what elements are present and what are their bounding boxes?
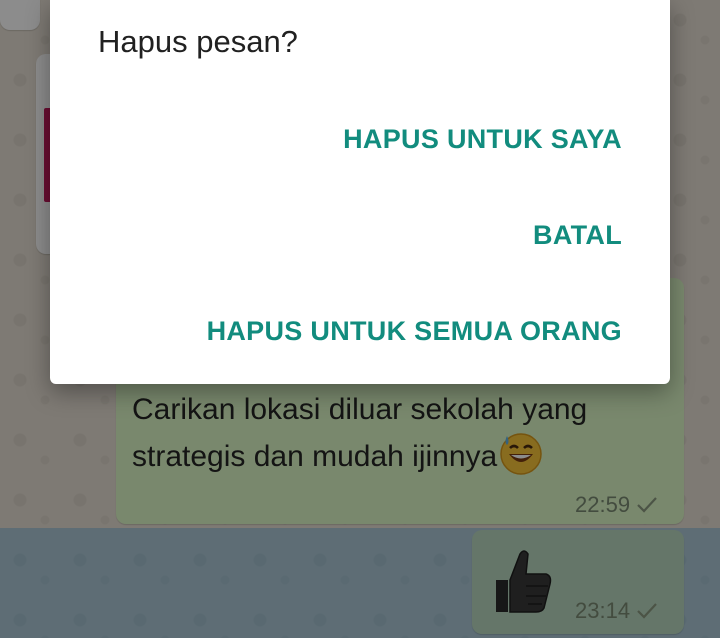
delete-for-me-button[interactable]: HAPUS UNTUK SAYA [343,124,622,155]
cancel-button[interactable]: BATAL [533,220,622,251]
dialog-title: Hapus pesan? [98,24,298,59]
delete-for-everyone-button[interactable]: HAPUS UNTUK SEMUA ORANG [207,316,622,347]
delete-message-dialog: Hapus pesan? HAPUS UNTUK SAYA BATAL HAPU… [50,0,670,384]
